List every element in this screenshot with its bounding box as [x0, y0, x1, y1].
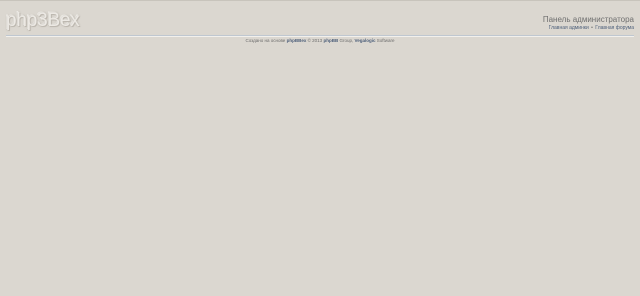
phpbb-link[interactable]: phpBB [323, 38, 338, 43]
copyright-prefix: Создано на основе [245, 38, 286, 43]
phpbb-text: phpBB [323, 38, 339, 43]
copyright-footer: Создано на основе phpBBex © 2013 phpBB G… [0, 38, 640, 44]
copyright-year: © 2013 [307, 38, 323, 43]
phpbbex-text: phpBBex [286, 38, 307, 43]
software-text: Software [376, 38, 395, 43]
admin-header: php3Bex Панель администратора Главная ад… [0, 0, 640, 38]
header-links: Главная админки • Главная форума [549, 25, 634, 32]
link-separator: • [591, 25, 593, 31]
admin-panel-title: Панель администратора [542, 15, 634, 24]
forum-home-link[interactable]: Главная форума [595, 25, 634, 31]
site-logo[interactable]: php3Bex [6, 10, 80, 32]
vegalogic-link[interactable]: Vegalogic [355, 38, 376, 43]
group-text: Group, [339, 38, 354, 43]
vegalogic-text: Vegalogic [354, 38, 376, 43]
header-divider-shadow [6, 36, 634, 37]
phpbbex-link[interactable]: phpBBex [287, 38, 307, 43]
admin-home-link[interactable]: Главная админки [549, 25, 589, 31]
